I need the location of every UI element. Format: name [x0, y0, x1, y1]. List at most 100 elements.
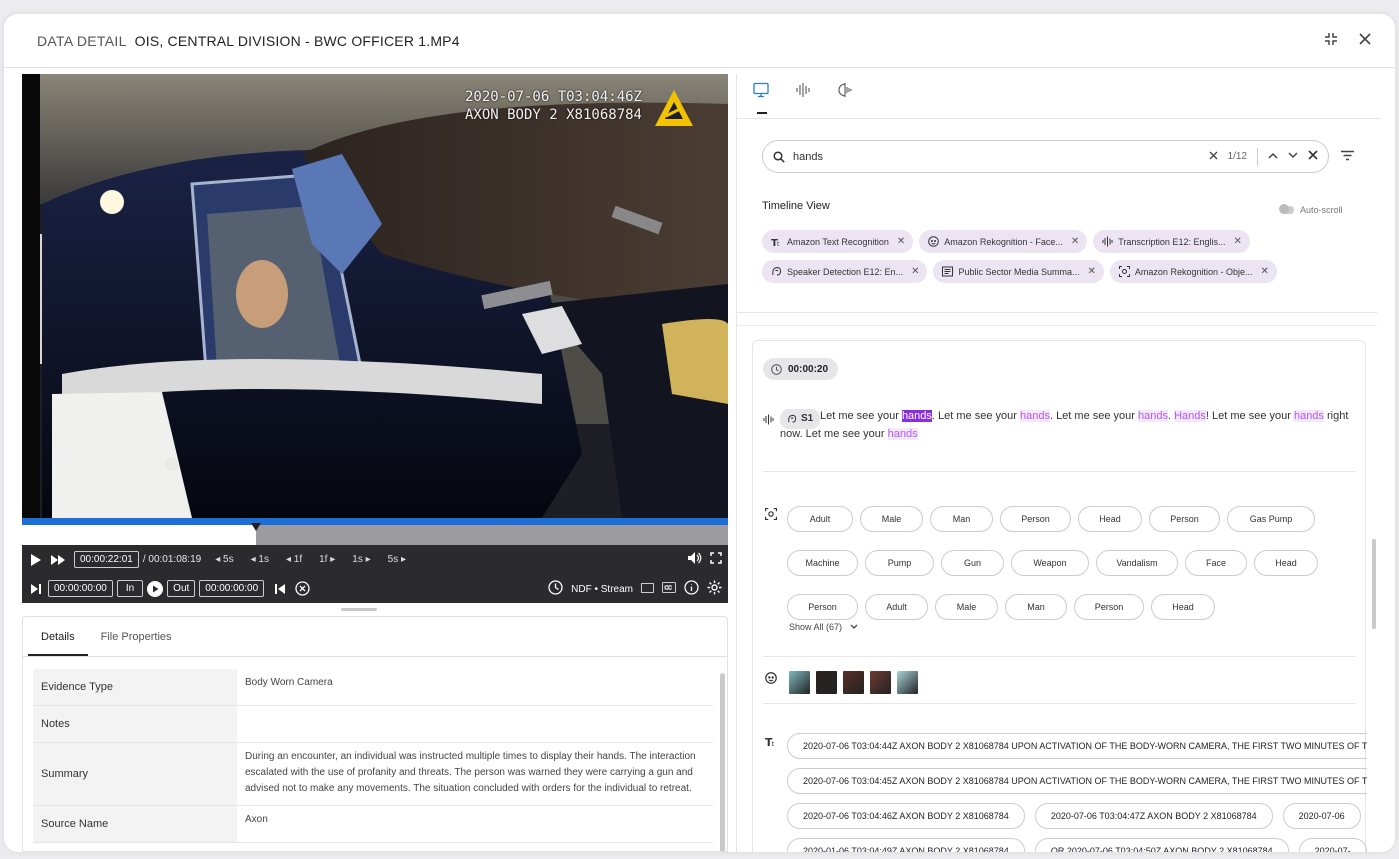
object-tag[interactable]: Person: [1074, 594, 1144, 620]
face-thumbnail[interactable]: [816, 671, 837, 694]
mark-in-button[interactable]: In: [116, 580, 144, 597]
skip-back-1f-button[interactable]: ◂ 1f: [286, 554, 302, 565]
object-tag[interactable]: Person: [1149, 506, 1220, 532]
remove-chip-icon[interactable]: ✕: [1233, 236, 1241, 247]
skip-fwd-1s-button[interactable]: 1s ▸: [352, 554, 370, 565]
object-tag[interactable]: Person: [787, 594, 858, 620]
chevron-up-icon[interactable]: [1268, 151, 1278, 162]
info-icon[interactable]: [684, 580, 699, 598]
remove-chip-icon[interactable]: ✕: [1071, 236, 1079, 247]
toggle-switch[interactable]: [1279, 204, 1294, 214]
video-player[interactable]: 2020-07-06 T03:04:46Z AXON BODY 2 X81068…: [22, 74, 728, 518]
object-tag[interactable]: Gun: [941, 550, 1004, 576]
search-match[interactable]: hands: [1293, 410, 1324, 422]
volume-icon[interactable]: [688, 552, 702, 567]
segment-timestamp[interactable]: 00:00:20: [763, 358, 839, 380]
fast-forward-icon[interactable]: [50, 552, 66, 568]
waveform-icon[interactable]: [795, 82, 815, 108]
filter-icon[interactable]: [1341, 148, 1354, 166]
object-tag[interactable]: Male: [935, 594, 998, 620]
mark-in-time-field[interactable]: 00:00:00:00: [48, 580, 113, 597]
transcript-text[interactable]: Let me see your hands. Let me see your h…: [763, 407, 1353, 443]
object-tag[interactable]: Head: [1078, 506, 1142, 532]
engine-chip[interactable]: Tt Amazon Text Recognition ✕: [762, 230, 914, 253]
stream-mode-label[interactable]: NDF • Stream: [571, 584, 633, 595]
pane-resize-handle[interactable]: [341, 608, 377, 611]
ocr-text-chip[interactable]: 2020-07-: [1298, 838, 1367, 852]
remove-chip-icon[interactable]: ✕: [1260, 266, 1268, 277]
mark-out-time-field[interactable]: 00:00:00:00: [199, 580, 265, 597]
engine-chip[interactable]: Speaker Detection E12: En... ✕: [762, 260, 928, 283]
settings-gear-icon[interactable]: [707, 580, 722, 598]
skip-fwd-5s-button[interactable]: 5s ▸: [388, 554, 406, 565]
face-thumbnail[interactable]: [897, 671, 918, 694]
fullscreen-icon[interactable]: [710, 552, 722, 567]
engine-chip[interactable]: Amazon Rekognition - Face... ✕: [919, 230, 1088, 253]
ocr-text-chip[interactable]: 2020-07-06: [1282, 803, 1361, 829]
captions-icon[interactable]: CC: [662, 582, 676, 596]
search-match[interactable]: hands: [887, 428, 918, 440]
clock-icon[interactable]: [548, 580, 563, 598]
progress-thumb[interactable]: [250, 523, 261, 531]
monitor-icon[interactable]: [753, 82, 773, 114]
object-tag[interactable]: Head: [1254, 550, 1318, 576]
search-match[interactable]: hands: [901, 410, 932, 422]
engine-chip[interactable]: Transcription E12: Englis... ✕: [1093, 230, 1250, 253]
remove-chip-icon[interactable]: ✕: [897, 236, 905, 247]
collapse-icon[interactable]: [1323, 31, 1339, 47]
object-tag[interactable]: Adult: [865, 594, 928, 620]
close-search-icon[interactable]: [1308, 150, 1318, 163]
search-match[interactable]: hands: [1138, 410, 1168, 422]
object-tag[interactable]: Vandalism: [1096, 550, 1178, 576]
overlay-icon[interactable]: [641, 582, 654, 596]
skip-fwd-1f-button[interactable]: 1f ▸: [319, 554, 335, 565]
object-tag[interactable]: Person: [1000, 506, 1071, 532]
object-tag[interactable]: Gas Pump: [1227, 506, 1315, 532]
object-tag[interactable]: Man: [1005, 594, 1067, 620]
search-match[interactable]: Hands: [1174, 410, 1206, 422]
mark-out-button[interactable]: Out: [167, 580, 196, 597]
speaker-badge[interactable]: S1: [780, 409, 821, 429]
jump-start-icon[interactable]: [272, 581, 288, 597]
search-match[interactable]: hands: [1019, 410, 1050, 422]
skip-back-1s-button[interactable]: ◂ 1s: [251, 554, 269, 565]
object-tag[interactable]: Pump: [865, 550, 934, 576]
ocr-text-chip[interactable]: 2020-07-06 T03:04:47Z AXON BODY 2 X81068…: [1034, 803, 1273, 829]
object-tag[interactable]: Man: [930, 506, 993, 532]
video-progress-bar[interactable]: [22, 518, 728, 545]
ocr-text-chip[interactable]: 2020-07-06 T03:04:46Z AXON BODY 2 X81068…: [787, 803, 1025, 829]
object-tag[interactable]: Face: [1185, 550, 1247, 576]
tab-file-properties[interactable]: File Properties: [88, 617, 185, 656]
chevron-down-icon[interactable]: [1288, 151, 1298, 162]
play-icon[interactable]: [28, 552, 44, 568]
object-tag[interactable]: Weapon: [1011, 550, 1089, 576]
current-time-field[interactable]: 00:00:22:01: [74, 551, 139, 568]
face-thumbnail[interactable]: [870, 671, 891, 694]
face-thumbnail[interactable]: [843, 671, 864, 694]
object-tag[interactable]: Head: [1151, 594, 1215, 620]
tab-details[interactable]: Details: [28, 617, 88, 656]
speaker-split-icon[interactable]: [837, 82, 857, 108]
search-input[interactable]: hands: [793, 151, 823, 163]
search-bar[interactable]: hands 1/12: [762, 140, 1329, 173]
skip-back-5s-button[interactable]: ◂ 5s: [215, 554, 233, 565]
results-scrollbar[interactable]: [1372, 539, 1376, 629]
ocr-text-chip[interactable]: 2020-01-06 T03:04:49Z AXON BODY 2 X81068…: [787, 838, 1025, 852]
ocr-text-chip[interactable]: 2020-07-06 T03:04:44Z AXON BODY 2 X81068…: [787, 733, 1367, 759]
clear-marks-icon[interactable]: [294, 581, 310, 597]
object-tag[interactable]: Machine: [787, 550, 858, 576]
show-all-button[interactable]: Show All (67): [789, 622, 858, 632]
remove-chip-icon[interactable]: ✕: [1088, 266, 1096, 277]
play-circle-icon[interactable]: [147, 580, 164, 597]
ocr-text-chip[interactable]: 2020-07-06 T03:04:45Z AXON BODY 2 X81068…: [787, 768, 1367, 794]
step-end-icon[interactable]: [28, 581, 44, 597]
ocr-text-chip[interactable]: OR 2020-07-06 T03:04:50Z AXON BODY 2 X81…: [1034, 838, 1289, 852]
object-tag[interactable]: Adult: [787, 506, 853, 532]
face-thumbnail[interactable]: [789, 671, 810, 694]
engine-chip[interactable]: Public Sector Media Summa... ✕: [933, 260, 1104, 283]
remove-chip-icon[interactable]: ✕: [911, 266, 919, 277]
auto-scroll-toggle[interactable]: Auto-scroll: [1279, 204, 1343, 215]
clear-search-icon[interactable]: [1209, 151, 1218, 163]
details-scrollbar[interactable]: [720, 673, 725, 851]
object-tag[interactable]: Male: [860, 506, 923, 532]
